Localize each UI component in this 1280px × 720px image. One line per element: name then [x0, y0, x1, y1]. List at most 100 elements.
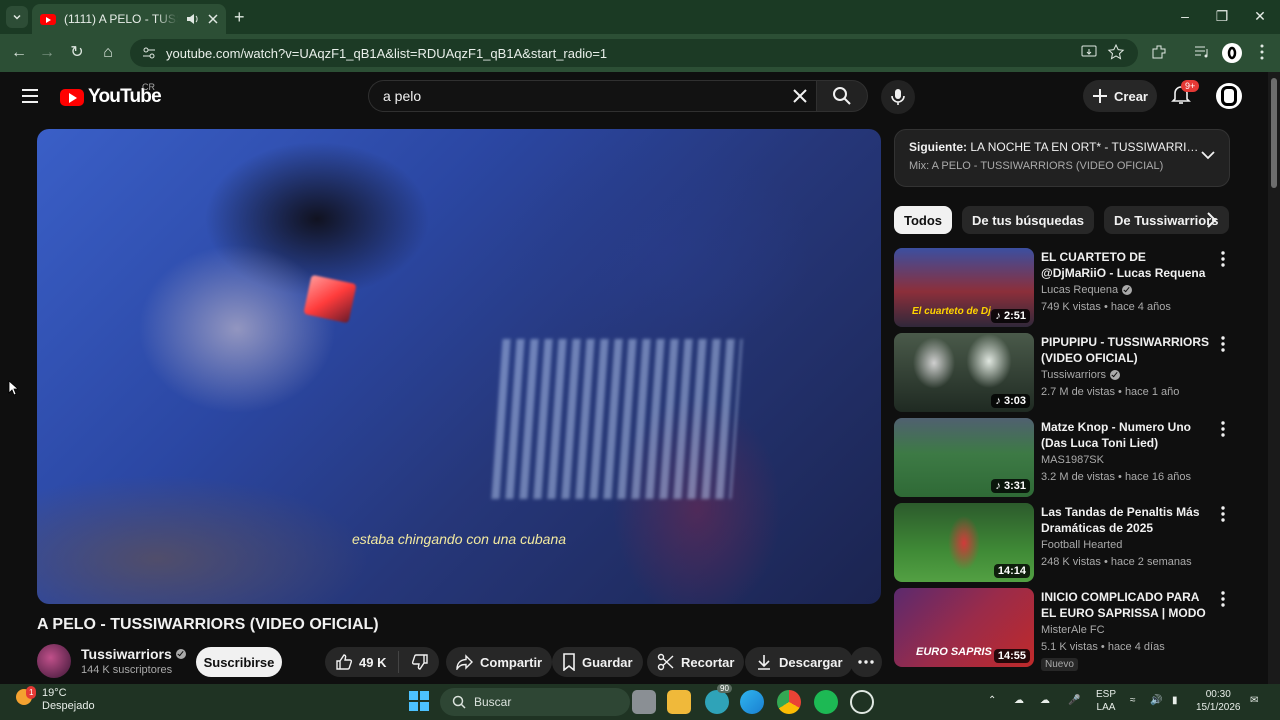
- new-tab-button[interactable]: +: [234, 8, 245, 26]
- chip-from-searches[interactable]: De tus búsquedas: [962, 206, 1094, 234]
- recommendation-title[interactable]: Las Tandas de Penaltis Más Dramáticas de…: [1041, 504, 1211, 536]
- channel-name[interactable]: Tussiwarriors: [81, 646, 186, 662]
- wifi-icon[interactable]: ≈: [1130, 694, 1136, 707]
- recommendation-title[interactable]: INICIO COMPLICADO PARA EL EURO SAPRISSA …: [1041, 589, 1211, 621]
- more-vertical-icon[interactable]: [1216, 335, 1230, 353]
- onedrive-icon[interactable]: ☁: [1014, 694, 1024, 707]
- back-button[interactable]: ←: [8, 42, 30, 64]
- clock-time: 00:30: [1205, 689, 1231, 700]
- recommendation-title[interactable]: Matze Knop - Numero Uno (Das Luca Toni L…: [1041, 419, 1211, 451]
- recommendation-item[interactable]: EURO SAPRIS 14:55 INICIO COMPLICADO PARA…: [894, 588, 1240, 671]
- more-vertical-icon[interactable]: [1216, 250, 1230, 268]
- save-button[interactable]: Guardar: [552, 647, 643, 677]
- scrollbar-thumb[interactable]: [1271, 78, 1277, 188]
- recommendation-meta: 5.1 K vistas • hace 4 días: [1041, 641, 1165, 653]
- edge-icon[interactable]: [740, 690, 764, 714]
- extensions-icon[interactable]: [1150, 43, 1170, 63]
- close-tab-icon[interactable]: [208, 14, 218, 24]
- volume-icon[interactable]: 🔊: [1150, 694, 1162, 707]
- more-actions-button[interactable]: [850, 647, 882, 677]
- voice-search-button[interactable]: [881, 80, 915, 114]
- show-hidden-icons[interactable]: ⌃: [988, 694, 996, 707]
- playlist-up-next-panel[interactable]: Siguiente: LA NOCHE TA EN ORT* - TUSSIWA…: [894, 129, 1230, 187]
- filter-chips: Todos De tus búsquedas De Tussiwarriors: [894, 206, 1229, 234]
- chip-all[interactable]: Todos: [894, 206, 953, 234]
- create-button[interactable]: Crear: [1083, 80, 1157, 112]
- recommendation-title[interactable]: PIPUPIPU - TUSSIWARRIORS (VIDEO OFICIAL): [1041, 334, 1211, 366]
- recommendation-channel[interactable]: Lucas Requena: [1041, 284, 1133, 296]
- bookmark-star-icon[interactable]: [1107, 43, 1127, 63]
- video-thumbnail[interactable]: 14:14: [894, 503, 1034, 582]
- video-thumbnail[interactable]: ♪ 3:03: [894, 333, 1034, 412]
- search-button[interactable]: [816, 80, 868, 112]
- recommendation-channel[interactable]: Tussiwarriors: [1041, 369, 1120, 381]
- account-avatar[interactable]: [1216, 83, 1242, 109]
- task-view-icon[interactable]: [632, 690, 656, 714]
- youtube-logo[interactable]: YouTube CR: [60, 82, 162, 108]
- language-indicator[interactable]: ESP LAA: [1096, 688, 1116, 714]
- recommendation-channel[interactable]: Football Hearted: [1041, 539, 1122, 551]
- app-icon[interactable]: 90: [705, 684, 732, 714]
- chrome-icon[interactable]: [777, 690, 801, 714]
- recommendation-channel[interactable]: MAS1987SK: [1041, 454, 1104, 466]
- speaker-icon[interactable]: [186, 13, 200, 25]
- more-vertical-icon[interactable]: [1216, 590, 1230, 608]
- clear-search-icon[interactable]: [792, 88, 808, 104]
- microphone-icon[interactable]: 🎤: [1068, 694, 1080, 707]
- video-player[interactable]: estaba chingando con una cubana: [37, 129, 881, 604]
- forward-button[interactable]: →: [36, 42, 58, 64]
- channel-avatar[interactable]: [37, 644, 71, 678]
- clock-date: 15/1/2026: [1196, 702, 1241, 713]
- mix-title: Mix: A PELO - TUSSIWARRIORS (VIDEO OFICI…: [909, 160, 1164, 172]
- share-button[interactable]: Compartir: [446, 647, 553, 677]
- tab-search-button[interactable]: [6, 6, 28, 28]
- recommendation-channel[interactable]: MisterAle FC: [1041, 624, 1105, 636]
- start-button[interactable]: [408, 690, 432, 714]
- recommendation-title[interactable]: EL CUARTETO DE @DjMaRiiO - Lucas Requena…: [1041, 249, 1211, 281]
- video-thumbnail[interactable]: ♪ 3:31: [894, 418, 1034, 497]
- verified-icon: [175, 649, 186, 659]
- home-button[interactable]: ⌂: [97, 42, 119, 64]
- download-button[interactable]: Descargar: [745, 647, 853, 677]
- file-explorer-icon[interactable]: [667, 690, 691, 714]
- cloud-icon[interactable]: ☁: [1040, 694, 1050, 707]
- recommendation-item[interactable]: ♪ 3:31 Matze Knop - Numero Uno (Das Luca…: [894, 418, 1240, 498]
- weather-widget[interactable]: 1 19°C Despejado: [16, 686, 95, 713]
- chevron-down-icon[interactable]: [1201, 150, 1215, 160]
- close-window-button[interactable]: ✕: [1245, 6, 1275, 26]
- browser-menu-icon[interactable]: [1253, 43, 1273, 63]
- notifications-button[interactable]: 9+: [1170, 80, 1200, 107]
- reload-button[interactable]: ↻: [66, 42, 88, 64]
- browser-tab-active[interactable]: (1111) A PELO - TUSSIWARRIORS: [32, 4, 226, 34]
- media-controls-icon[interactable]: [1193, 43, 1213, 63]
- search-input[interactable]: a pelo: [368, 80, 816, 112]
- video-thumbnail[interactable]: El cuarteto de Dj ♪ 2:51: [894, 248, 1034, 327]
- like-count[interactable]: 49 K: [359, 655, 386, 670]
- guide-menu-button[interactable]: [20, 86, 40, 106]
- recommendation-item[interactable]: ♪ 3:03 PIPUPIPU - TUSSIWARRIORS (VIDEO O…: [894, 333, 1240, 413]
- spotify-icon[interactable]: [814, 690, 838, 714]
- notification-center-icon[interactable]: ✉: [1250, 694, 1258, 707]
- app-icon[interactable]: [850, 690, 874, 714]
- install-app-icon[interactable]: [1080, 43, 1100, 63]
- page-scrollbar[interactable]: [1268, 72, 1280, 684]
- more-vertical-icon[interactable]: [1216, 505, 1230, 523]
- recommendation-item[interactable]: El cuarteto de Dj ♪ 2:51 EL CUARTETO DE …: [894, 248, 1240, 328]
- site-settings-icon[interactable]: [142, 46, 156, 60]
- browser-toolbar: ← → ↻ ⌂ youtube.com/watch?v=UAqzF1_qB1A&…: [0, 34, 1280, 72]
- dislike-icon[interactable]: [411, 653, 429, 671]
- battery-icon[interactable]: ▮: [1172, 694, 1178, 707]
- like-icon[interactable]: [335, 653, 353, 671]
- profile-avatar-icon[interactable]: [1222, 43, 1242, 63]
- minimize-button[interactable]: –: [1170, 6, 1200, 26]
- recommendation-item[interactable]: 14:14 Las Tandas de Penaltis Más Dramáti…: [894, 503, 1240, 583]
- clip-button[interactable]: Recortar: [647, 647, 745, 677]
- clock[interactable]: 00:30 15/1/2026: [1196, 688, 1241, 714]
- more-vertical-icon[interactable]: [1216, 420, 1230, 438]
- chips-next-arrow-icon[interactable]: [1200, 209, 1222, 231]
- taskbar-search[interactable]: Buscar: [440, 688, 630, 716]
- video-thumbnail[interactable]: EURO SAPRIS 14:55: [894, 588, 1034, 667]
- subscribe-button[interactable]: Suscribirse: [196, 647, 282, 677]
- address-bar[interactable]: youtube.com/watch?v=UAqzF1_qB1A&list=RDU…: [130, 39, 1138, 67]
- restore-button[interactable]: ❐: [1207, 6, 1237, 26]
